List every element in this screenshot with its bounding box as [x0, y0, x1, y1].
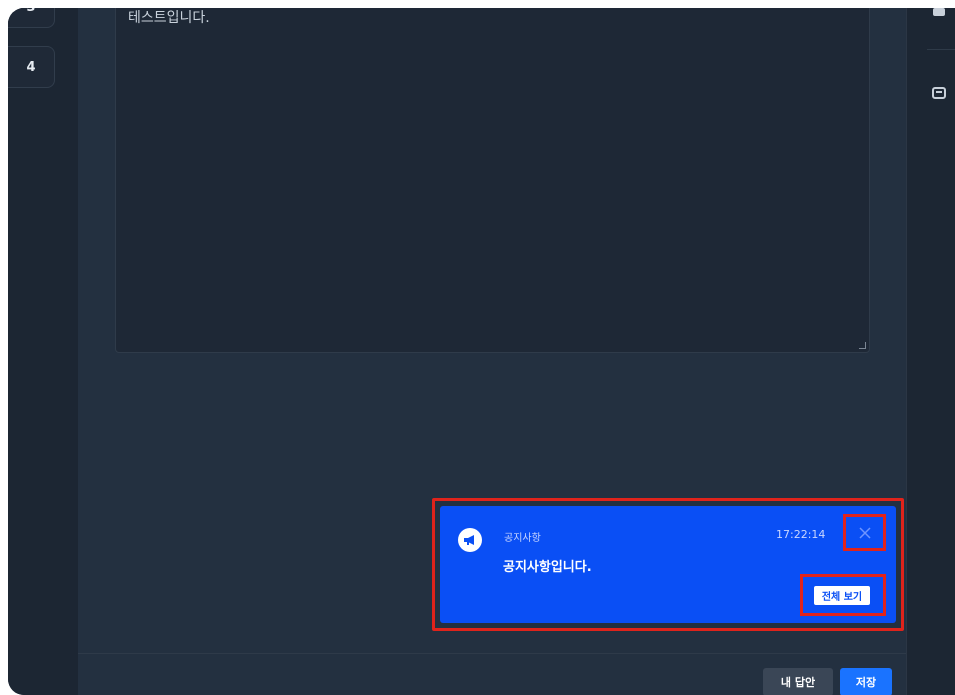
notification-message: 공지사항입니다. [503, 560, 592, 575]
notification-category: 공지사항 [504, 533, 541, 544]
view-all-button[interactable]: 전체 보기 [814, 586, 870, 605]
message-icon[interactable] [932, 8, 946, 16]
question-nav: 3 4 [8, 8, 78, 695]
question-nav-item[interactable]: 4 [8, 46, 55, 88]
answer-textarea[interactable]: 테스트입니다. [115, 8, 870, 353]
toolbar-divider [927, 49, 955, 50]
notification-time: 17:22:14 [776, 528, 826, 541]
question-nav-item[interactable]: 3 [8, 8, 55, 28]
resize-handle-icon[interactable] [859, 342, 866, 349]
close-icon[interactable] [849, 520, 880, 545]
my-answers-button[interactable]: 내 답안 [763, 668, 833, 695]
megaphone-icon [458, 528, 482, 552]
footer-bar: 내 답안 저장 [78, 653, 906, 695]
save-button[interactable]: 저장 [840, 668, 892, 695]
right-toolbar [906, 8, 955, 695]
memo-icon[interactable] [932, 84, 946, 99]
answer-text: 테스트입니다. [128, 10, 210, 26]
